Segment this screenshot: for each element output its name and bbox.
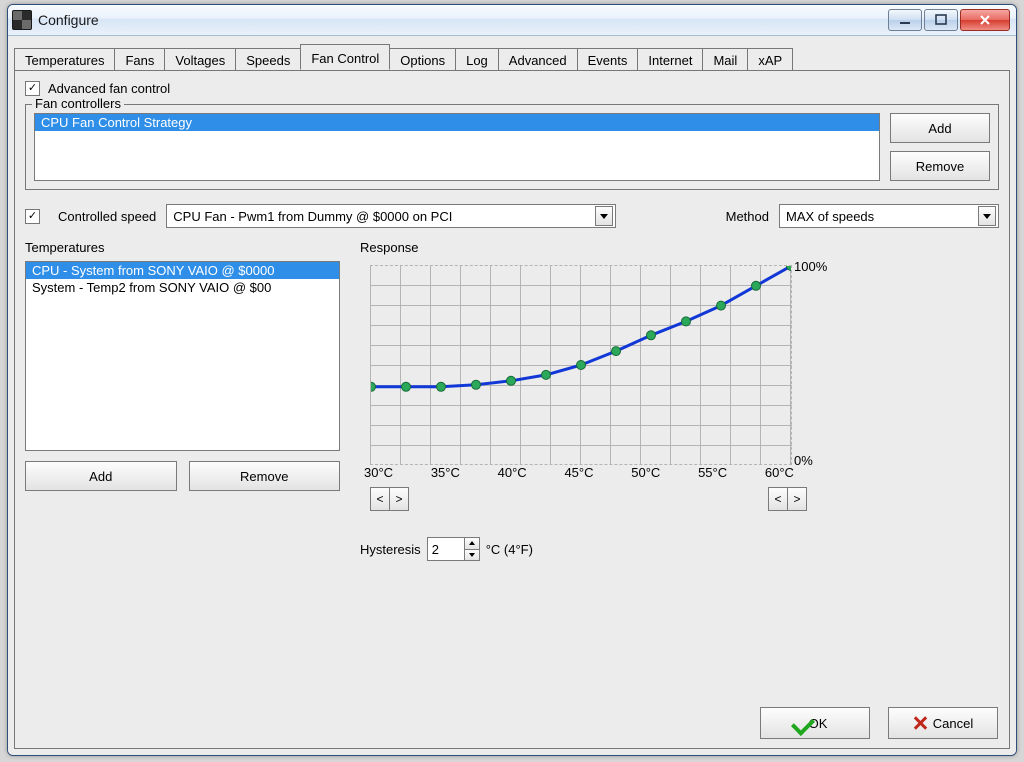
cancel-button[interactable]: Cancel: [888, 707, 998, 739]
tab-speeds[interactable]: Speeds: [235, 48, 301, 71]
x-tick-label: 40°C: [498, 465, 527, 480]
controlled-speed-checkbox[interactable]: [25, 209, 40, 224]
temperature-item[interactable]: System - Temp2 from SONY VAIO @ $00: [26, 279, 339, 296]
x-tick-label: 50°C: [631, 465, 660, 480]
chart-shift-left-button-2[interactable]: <: [768, 487, 788, 511]
spinner-down-icon[interactable]: [464, 549, 479, 561]
configure-window: Configure TemperaturesFansVoltagesSpeeds…: [7, 4, 1017, 756]
fan-controllers-group: Fan controllers CPU Fan Control Strategy…: [25, 104, 999, 190]
tab-voltages[interactable]: Voltages: [164, 48, 236, 71]
minimize-button[interactable]: [888, 9, 922, 31]
window-title: Configure: [38, 12, 888, 28]
tab-events[interactable]: Events: [577, 48, 639, 71]
x-tick-label: 30°C: [364, 465, 393, 480]
chevron-down-icon: [978, 206, 996, 226]
tab-strip: TemperaturesFansVoltagesSpeedsFan Contro…: [14, 44, 1010, 70]
controlled-speed-label: Controlled speed: [58, 209, 156, 224]
response-chart: 100% 0% 30°C35°C40°C45°C50°C55°C60°C < >…: [360, 261, 820, 481]
maximize-button[interactable]: [924, 9, 958, 31]
chart-shift-right-button[interactable]: >: [390, 487, 409, 511]
temperatures-list[interactable]: CPU - System from SONY VAIO @ $0000Syste…: [25, 261, 340, 451]
remove-controller-button[interactable]: Remove: [890, 151, 990, 181]
controlled-speed-value: CPU Fan - Pwm1 from Dummy @ $0000 on PCI: [173, 209, 591, 224]
close-button[interactable]: [960, 9, 1010, 31]
tab-xap[interactable]: xAP: [747, 48, 793, 71]
method-value: MAX of speeds: [786, 209, 974, 224]
method-label: Method: [726, 209, 769, 224]
x-tick-label: 35°C: [431, 465, 460, 480]
tab-options[interactable]: Options: [389, 48, 456, 71]
ok-button[interactable]: OK: [760, 707, 870, 739]
app-icon: [12, 10, 32, 30]
temperatures-column: Temperatures CPU - System from SONY VAIO…: [25, 240, 340, 491]
chevron-down-icon: [595, 206, 613, 226]
tab-page-fan-control: Advanced fan control Fan controllers CPU…: [14, 70, 1010, 749]
tab-internet[interactable]: Internet: [637, 48, 703, 71]
add-temperature-button[interactable]: Add: [25, 461, 177, 491]
hysteresis-input[interactable]: [428, 538, 464, 560]
fan-controllers-legend: Fan controllers: [32, 96, 124, 111]
client-area: TemperaturesFansVoltagesSpeedsFan Contro…: [8, 36, 1016, 755]
tab-log[interactable]: Log: [455, 48, 499, 71]
method-combo[interactable]: MAX of speeds: [779, 204, 999, 228]
tab-fan-control[interactable]: Fan Control: [300, 44, 390, 70]
tab-fans[interactable]: Fans: [114, 48, 165, 71]
response-column: Response 100% 0% 30°C 35°C 40°C 45°C 50°C 55°…: [360, 240, 999, 561]
chart-shift-right-button-2[interactable]: >: [788, 487, 807, 511]
chart-shift-left-button[interactable]: <: [370, 487, 390, 511]
hysteresis-label: Hysteresis: [360, 542, 421, 557]
remove-temperature-button[interactable]: Remove: [189, 461, 341, 491]
hysteresis-row: Hysteresis °C (4°F): [360, 537, 999, 561]
advanced-fan-control-checkbox[interactable]: [25, 81, 40, 96]
advanced-fan-control-row: Advanced fan control: [25, 81, 999, 96]
fan-controller-item[interactable]: CPU Fan Control Strategy: [35, 114, 879, 131]
x-tick-label: 55°C: [698, 465, 727, 480]
titlebar[interactable]: Configure: [8, 5, 1016, 36]
tab-mail[interactable]: Mail: [702, 48, 748, 71]
dialog-buttons: OK Cancel: [760, 707, 998, 739]
cancel-label: Cancel: [933, 716, 973, 731]
x-tick-label: 45°C: [564, 465, 593, 480]
hysteresis-units: °C (4°F): [486, 542, 533, 557]
y-axis-top-label: 100%: [794, 259, 827, 274]
controlled-speed-row: Controlled speed CPU Fan - Pwm1 from Dum…: [25, 204, 999, 228]
cross-icon: [913, 716, 927, 730]
x-axis-ticks: 30°C 35°C 40°C 45°C 50°C 55°C 60°C: [364, 465, 794, 480]
response-chart-plot[interactable]: [370, 265, 792, 465]
y-axis-bottom-label: 0%: [794, 453, 813, 468]
add-controller-button[interactable]: Add: [890, 113, 990, 143]
temperatures-label: Temperatures: [25, 240, 340, 255]
spinner-up-icon[interactable]: [464, 538, 479, 549]
response-label: Response: [360, 240, 999, 255]
advanced-fan-control-label: Advanced fan control: [48, 81, 170, 96]
x-tick-label: 60°C: [765, 465, 794, 480]
temps-response-row: Temperatures CPU - System from SONY VAIO…: [25, 240, 999, 561]
tab-advanced[interactable]: Advanced: [498, 48, 578, 71]
hysteresis-spinner[interactable]: [427, 537, 480, 561]
controlled-speed-combo[interactable]: CPU Fan - Pwm1 from Dummy @ $0000 on PCI: [166, 204, 616, 228]
temperature-item[interactable]: CPU - System from SONY VAIO @ $0000: [26, 262, 339, 279]
tab-temperatures[interactable]: Temperatures: [14, 48, 115, 71]
fan-controllers-list[interactable]: CPU Fan Control Strategy: [34, 113, 880, 181]
